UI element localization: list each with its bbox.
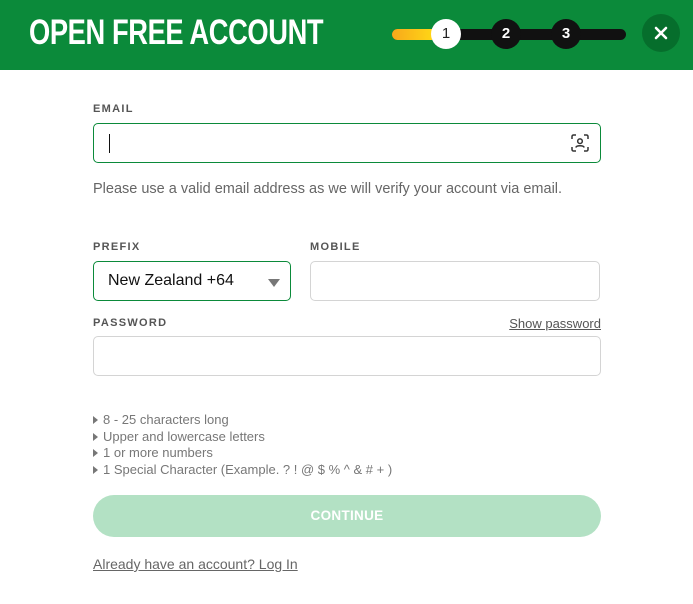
caret-right-icon xyxy=(93,465,98,474)
prefix-label: PREFIX xyxy=(93,241,141,253)
caret-right-icon xyxy=(93,432,98,441)
chevron-down-icon xyxy=(268,279,280,287)
mobile-label: MOBILE xyxy=(310,241,361,253)
step-3-indicator: 3 xyxy=(551,19,581,49)
password-label: PASSWORD xyxy=(93,317,168,329)
step-1-indicator: 1 xyxy=(431,19,461,49)
password-field[interactable] xyxy=(93,336,601,376)
password-rule-text: Upper and lowercase letters xyxy=(103,428,265,444)
password-rule: Upper and lowercase letters xyxy=(93,429,392,446)
prefix-select[interactable]: New Zealand +64 xyxy=(93,261,291,301)
password-rule: 8 - 25 characters long xyxy=(93,412,392,429)
step-2-indicator: 2 xyxy=(491,19,521,49)
caret-right-icon xyxy=(93,416,98,424)
progress-fill xyxy=(392,29,432,40)
mobile-field[interactable] xyxy=(310,261,600,301)
password-rule: 1 or more numbers xyxy=(93,445,392,462)
password-rule-text: 8 - 25 characters long xyxy=(103,412,229,427)
password-rules-list: 8 - 25 characters long Upper and lowerca… xyxy=(93,412,392,478)
password-rule-text: 1 or more numbers xyxy=(103,445,213,460)
page-title: OPEN FREE ACCOUNT xyxy=(29,13,324,52)
email-hint: Please use a valid email address as we w… xyxy=(93,181,563,197)
close-icon xyxy=(654,26,668,40)
header-bar: OPEN FREE ACCOUNT 1 2 3 xyxy=(0,0,693,70)
show-password-link[interactable]: Show password xyxy=(509,316,601,331)
email-label: EMAIL xyxy=(93,103,134,115)
email-field[interactable] xyxy=(93,123,601,163)
contact-scan-icon[interactable] xyxy=(571,134,589,152)
continue-button[interactable]: CONTINUE xyxy=(93,495,601,537)
password-rule: 1 Special Character (Example. ? ! @ $ % … xyxy=(93,462,392,479)
caret-right-icon xyxy=(93,449,98,457)
password-rule-text: 1 Special Character (Example. ? ! @ $ % … xyxy=(103,461,393,477)
prefix-selected-value: New Zealand +64 xyxy=(108,272,234,289)
login-link[interactable]: Already have an account? Log In xyxy=(93,556,298,572)
close-button[interactable] xyxy=(642,14,680,52)
text-caret xyxy=(109,134,110,153)
